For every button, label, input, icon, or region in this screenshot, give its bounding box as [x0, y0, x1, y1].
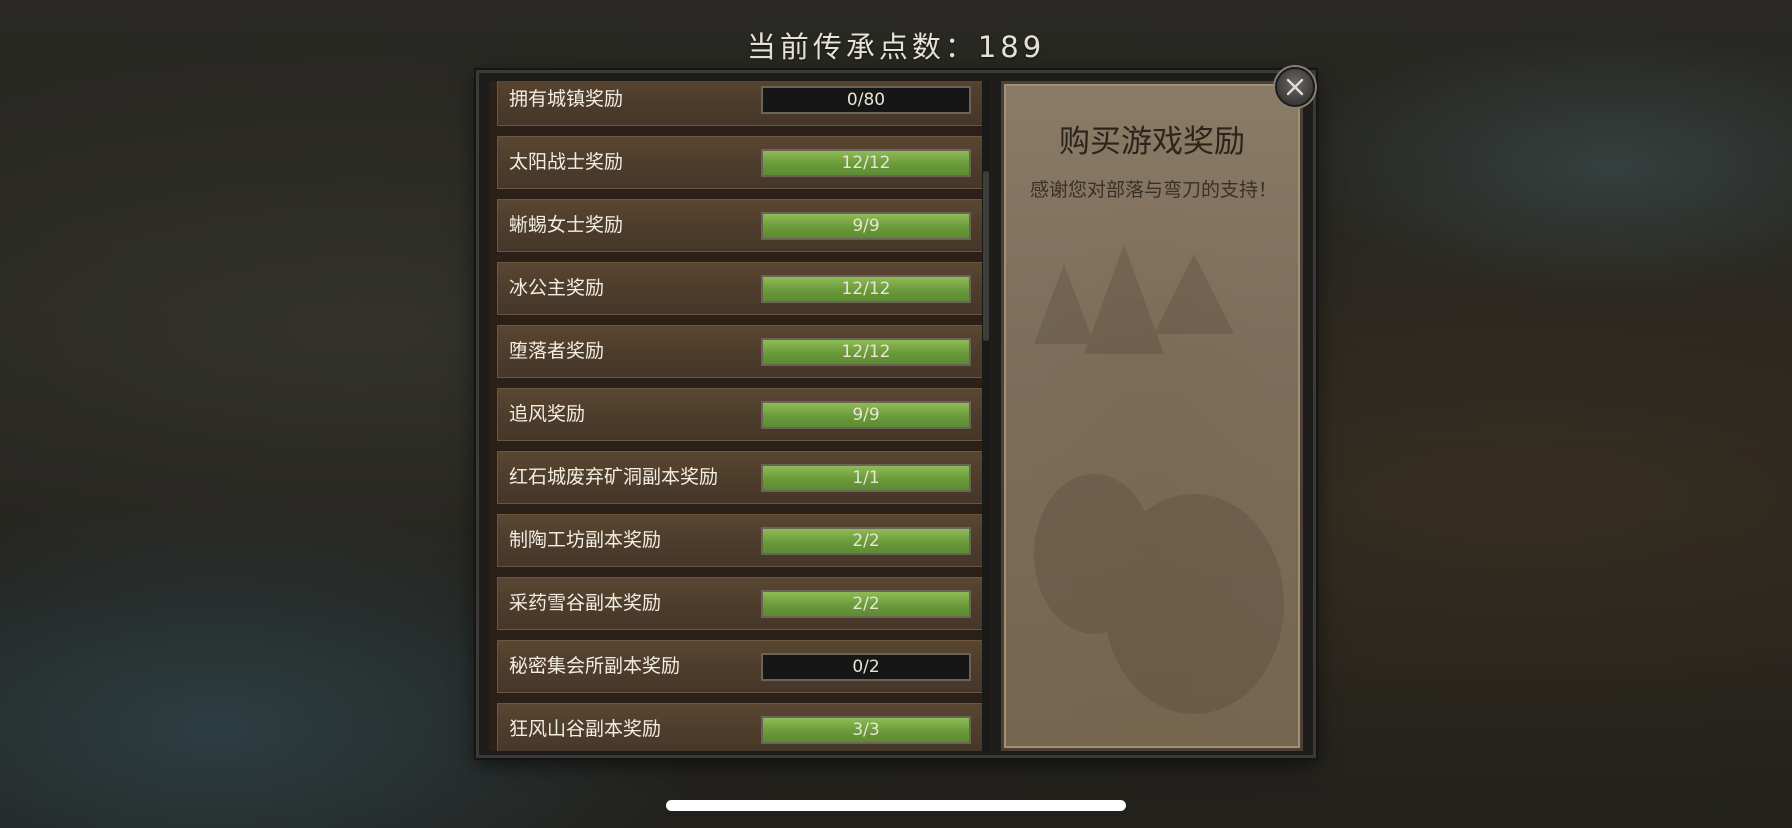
progress-text: 12/12: [841, 279, 891, 299]
reward-list[interactable]: 拥有城镇奖励 0/80 太阳战士奖励 12/12 蜥蜴女士奖励 9/9 冰公主奖…: [489, 81, 989, 751]
legacy-points-title: 当前传承点数：189: [746, 30, 1046, 64]
progress-text: 2/2: [852, 531, 880, 551]
reward-label: 太阳战士奖励: [509, 151, 624, 173]
progress-text: 0/80: [846, 90, 886, 110]
reward-row[interactable]: 拥有城镇奖励 0/80: [495, 81, 987, 128]
reward-progress-bar: 9/9: [761, 212, 971, 240]
reward-row[interactable]: 堕落者奖励 12/12: [495, 323, 987, 380]
reward-progress-bar: 2/2: [761, 527, 971, 555]
progress-text: 2/2: [852, 594, 880, 614]
reward-row[interactable]: 狂风山谷副本奖励 3/3: [495, 701, 987, 751]
reward-label: 红石城废弃矿洞副本奖励: [509, 466, 719, 488]
close-button[interactable]: [1275, 67, 1315, 107]
reward-list-scrollbar[interactable]: [982, 81, 990, 751]
reward-progress-bar: 12/12: [761, 275, 971, 303]
reward-row[interactable]: 秘密集会所副本奖励 0/2: [495, 638, 987, 695]
reward-row[interactable]: 蜥蜴女士奖励 9/9: [495, 197, 987, 254]
progress-text: 0/2: [852, 657, 880, 677]
reward-label: 冰公主奖励: [509, 277, 605, 299]
progress-text: 12/12: [841, 153, 891, 173]
reward-label: 拥有城镇奖励: [509, 88, 624, 110]
home-indicator[interactable]: [666, 800, 1126, 811]
reward-label: 狂风山谷副本奖励: [509, 718, 662, 740]
progress-text: 1/1: [852, 468, 880, 488]
reward-progress-bar: 2/2: [761, 590, 971, 618]
reward-progress-bar: 0/80: [761, 86, 971, 114]
reward-progress-bar: 0/2: [761, 653, 971, 681]
reward-label: 堕落者奖励: [509, 340, 605, 362]
reward-label: 采药雪谷副本奖励: [509, 592, 662, 614]
close-icon: [1286, 78, 1304, 96]
detail-title: 购买游戏奖励: [1059, 124, 1245, 160]
reward-row[interactable]: 红石城废弃矿洞副本奖励 1/1: [495, 449, 987, 506]
reward-row[interactable]: 冰公主奖励 12/12: [495, 260, 987, 317]
progress-text: 9/9: [852, 405, 880, 425]
scroll-thumb[interactable]: [983, 171, 989, 341]
progress-text: 9/9: [852, 216, 880, 236]
reward-label: 制陶工坊副本奖励: [509, 529, 662, 551]
reward-row[interactable]: 太阳战士奖励 12/12: [495, 134, 987, 191]
reward-progress-bar: 3/3: [761, 716, 971, 744]
rewards-dialog: 拥有城镇奖励 0/80 太阳战士奖励 12/12 蜥蜴女士奖励 9/9 冰公主奖…: [476, 67, 1316, 758]
progress-text: 12/12: [841, 342, 891, 362]
progress-text: 3/3: [852, 720, 880, 740]
reward-progress-bar: 9/9: [761, 401, 971, 429]
reward-progress-bar: 12/12: [761, 338, 971, 366]
reward-row[interactable]: 追风奖励 9/9: [495, 386, 987, 443]
detail-description: 感谢您对部落与弯刀的支持！: [1030, 179, 1278, 201]
reward-label: 蜥蜴女士奖励: [509, 214, 624, 236]
reward-progress-bar: 1/1: [761, 464, 971, 492]
reward-label: 秘密集会所副本奖励: [509, 655, 681, 677]
reward-row[interactable]: 制陶工坊副本奖励 2/2: [495, 512, 987, 569]
reward-row[interactable]: 采药雪谷副本奖励 2/2: [495, 575, 987, 632]
reward-progress-bar: 12/12: [761, 149, 971, 177]
reward-label: 追风奖励: [509, 403, 586, 425]
detail-panel: 购买游戏奖励 感谢您对部落与弯刀的支持！: [1001, 81, 1303, 751]
